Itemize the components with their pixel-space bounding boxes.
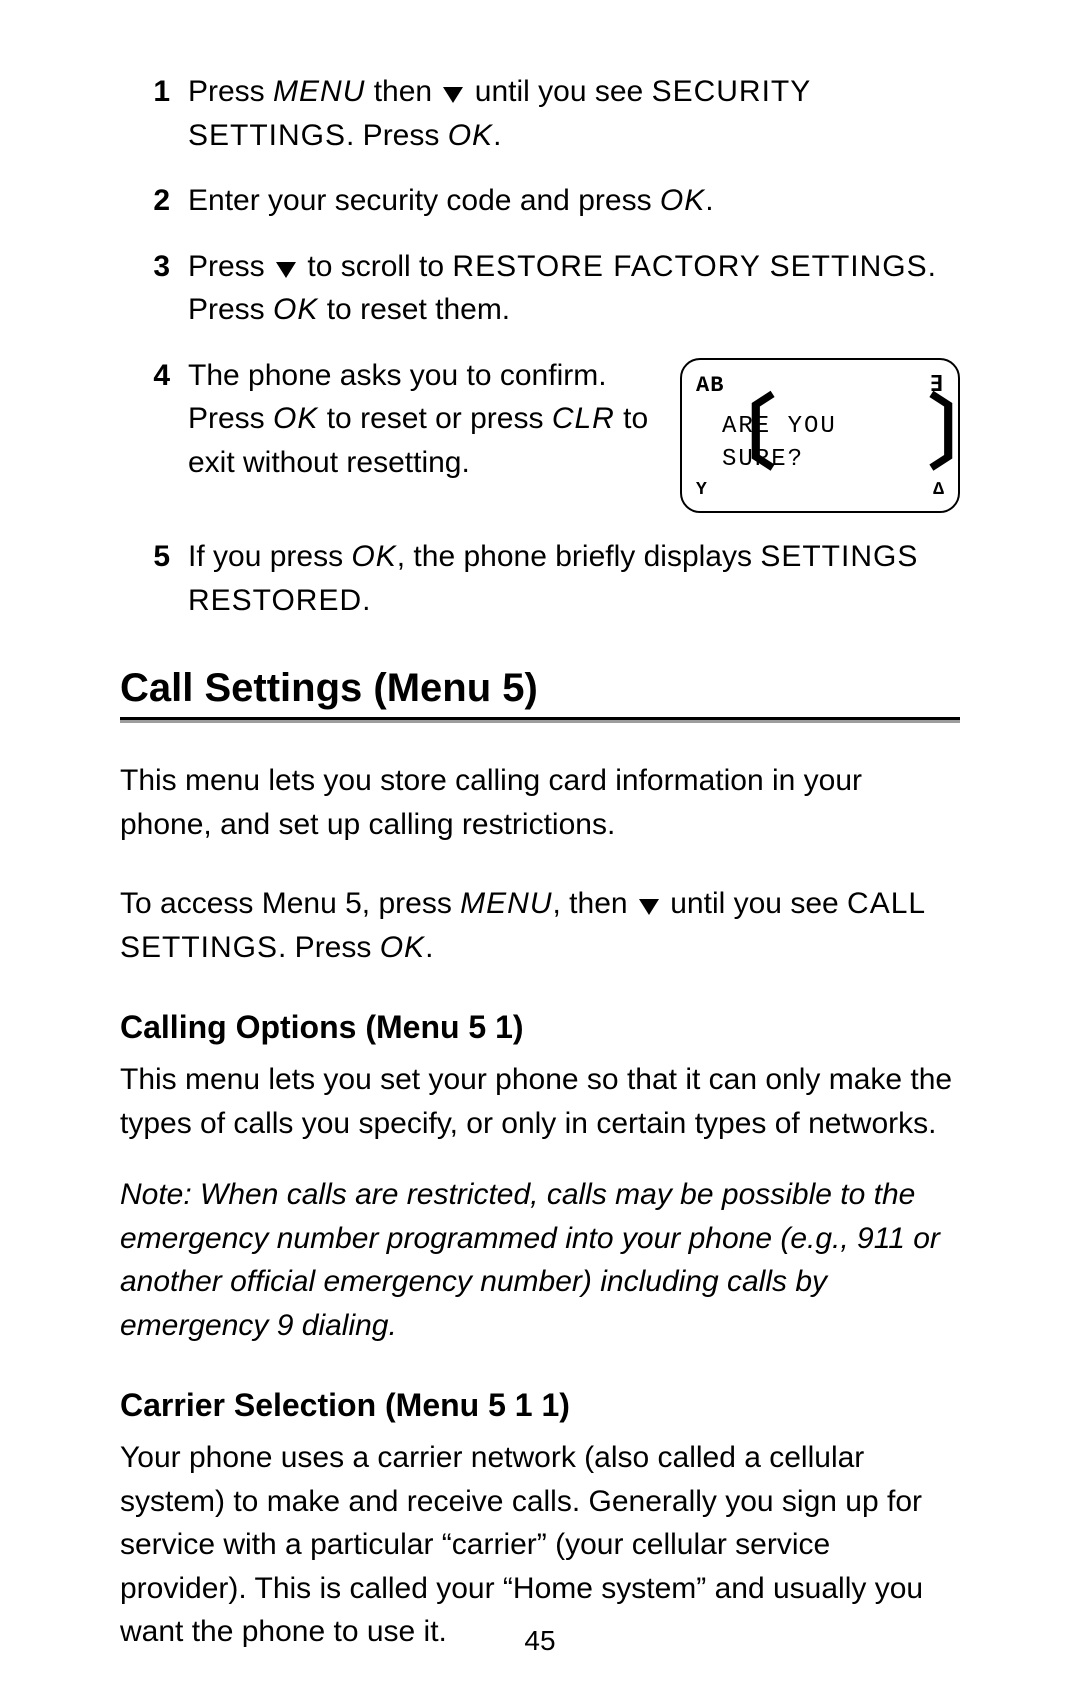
text-run: until you see [662, 887, 847, 920]
text-run: RESTORE FACTORY SETTINGS [452, 250, 927, 283]
down-arrow-icon [276, 262, 296, 278]
screen-indicator-bottom-left: Y [696, 477, 707, 503]
step-number: 1 [120, 70, 188, 157]
text-run: If you press [188, 540, 351, 573]
down-arrow-icon [639, 899, 659, 915]
step-body: Press MENU then until you see SECURITY S… [188, 70, 960, 157]
subsection-carrier-selection-text: Your phone uses a carrier network (also … [120, 1436, 960, 1654]
text-run: CLR [552, 402, 615, 435]
text-run: , then [553, 887, 636, 920]
screen-line-1: ARE YOU [722, 411, 924, 443]
text-run: OK [273, 293, 318, 326]
text-run: . [705, 184, 713, 217]
text-run: To access Menu 5, press [120, 887, 460, 920]
screen-line-2: SURE? [722, 444, 924, 476]
text-run: then [365, 75, 440, 108]
text-run: until you see [466, 75, 651, 108]
subsection-calling-options-text: This menu lets you set your phone so tha… [120, 1058, 960, 1145]
down-arrow-icon [443, 87, 463, 103]
page-number: 45 [0, 1625, 1080, 1657]
restriction-note: Note: When calls are restricted, calls m… [120, 1173, 960, 1347]
section-intro-2: To access Menu 5, press MENU, then until… [120, 882, 960, 969]
section-intro-1: This menu lets you store calling card in… [120, 759, 960, 846]
text-run: OK [380, 931, 425, 964]
text-run: to scroll to [299, 250, 452, 283]
step-body: Press to scroll to RESTORE FACTORY SETTI… [188, 245, 960, 332]
phone-screen-illustration: AB∃〔ARE YOUSURE?〕Y∆ [680, 358, 960, 514]
step-number: 2 [120, 179, 188, 223]
text-run: MENU [273, 75, 365, 108]
text-run: OK [273, 402, 318, 435]
step-number: 3 [120, 245, 188, 332]
steps-list: 1Press MENU then until you see SECURITY … [120, 70, 960, 622]
text-run: . [362, 584, 370, 617]
step-item: 3Press to scroll to RESTORE FACTORY SETT… [120, 245, 960, 332]
text-run: . Press [278, 931, 380, 964]
step-body: If you press OK, the phone briefly displ… [188, 535, 960, 622]
step-item: 4The phone asks you to confirm. Press OK… [120, 354, 960, 514]
text-run: Enter your security code and press [188, 184, 660, 217]
text-run: . [493, 119, 501, 152]
step-item: 1Press MENU then until you see SECURITY … [120, 70, 960, 157]
text-run: Press [188, 250, 273, 283]
text-run: to reset or press [318, 402, 551, 435]
text-run: . [425, 931, 433, 964]
manual-page: 1Press MENU then until you see SECURITY … [0, 0, 1080, 1697]
section-rule [120, 717, 960, 723]
text-run: MENU [460, 887, 552, 920]
text-run: to reset them. [318, 293, 510, 326]
step-body: Enter your security code and press OK. [188, 179, 960, 223]
bracket-right-icon: 〕 [928, 403, 944, 477]
step-number: 4 [120, 354, 188, 514]
bracket-left-icon: 〔 [696, 403, 712, 477]
screen-message: ARE YOUSURE? [712, 403, 928, 477]
text-run: OK [351, 540, 396, 573]
text-run: . Press [346, 119, 448, 152]
text-run: OK [448, 119, 493, 152]
step-item: 5If you press OK, the phone briefly disp… [120, 535, 960, 622]
text-run: OK [660, 184, 705, 217]
text-run: , the phone briefly displays [397, 540, 761, 573]
step-number: 5 [120, 535, 188, 622]
subsection-carrier-selection-heading: Carrier Selection (Menu 5 1 1) [120, 1387, 960, 1424]
section-call-settings: Call Settings (Menu 5) [120, 666, 960, 723]
section-heading: Call Settings (Menu 5) [120, 666, 960, 711]
step-body: The phone asks you to confirm. Press OK … [188, 354, 960, 514]
step-item: 2Enter your security code and press OK. [120, 179, 960, 223]
text-run: Press [188, 75, 273, 108]
subsection-calling-options-heading: Calling Options (Menu 5 1) [120, 1009, 960, 1046]
screen-indicator-bottom-right: ∆ [933, 477, 944, 503]
content: 1Press MENU then until you see SECURITY … [120, 70, 960, 1654]
